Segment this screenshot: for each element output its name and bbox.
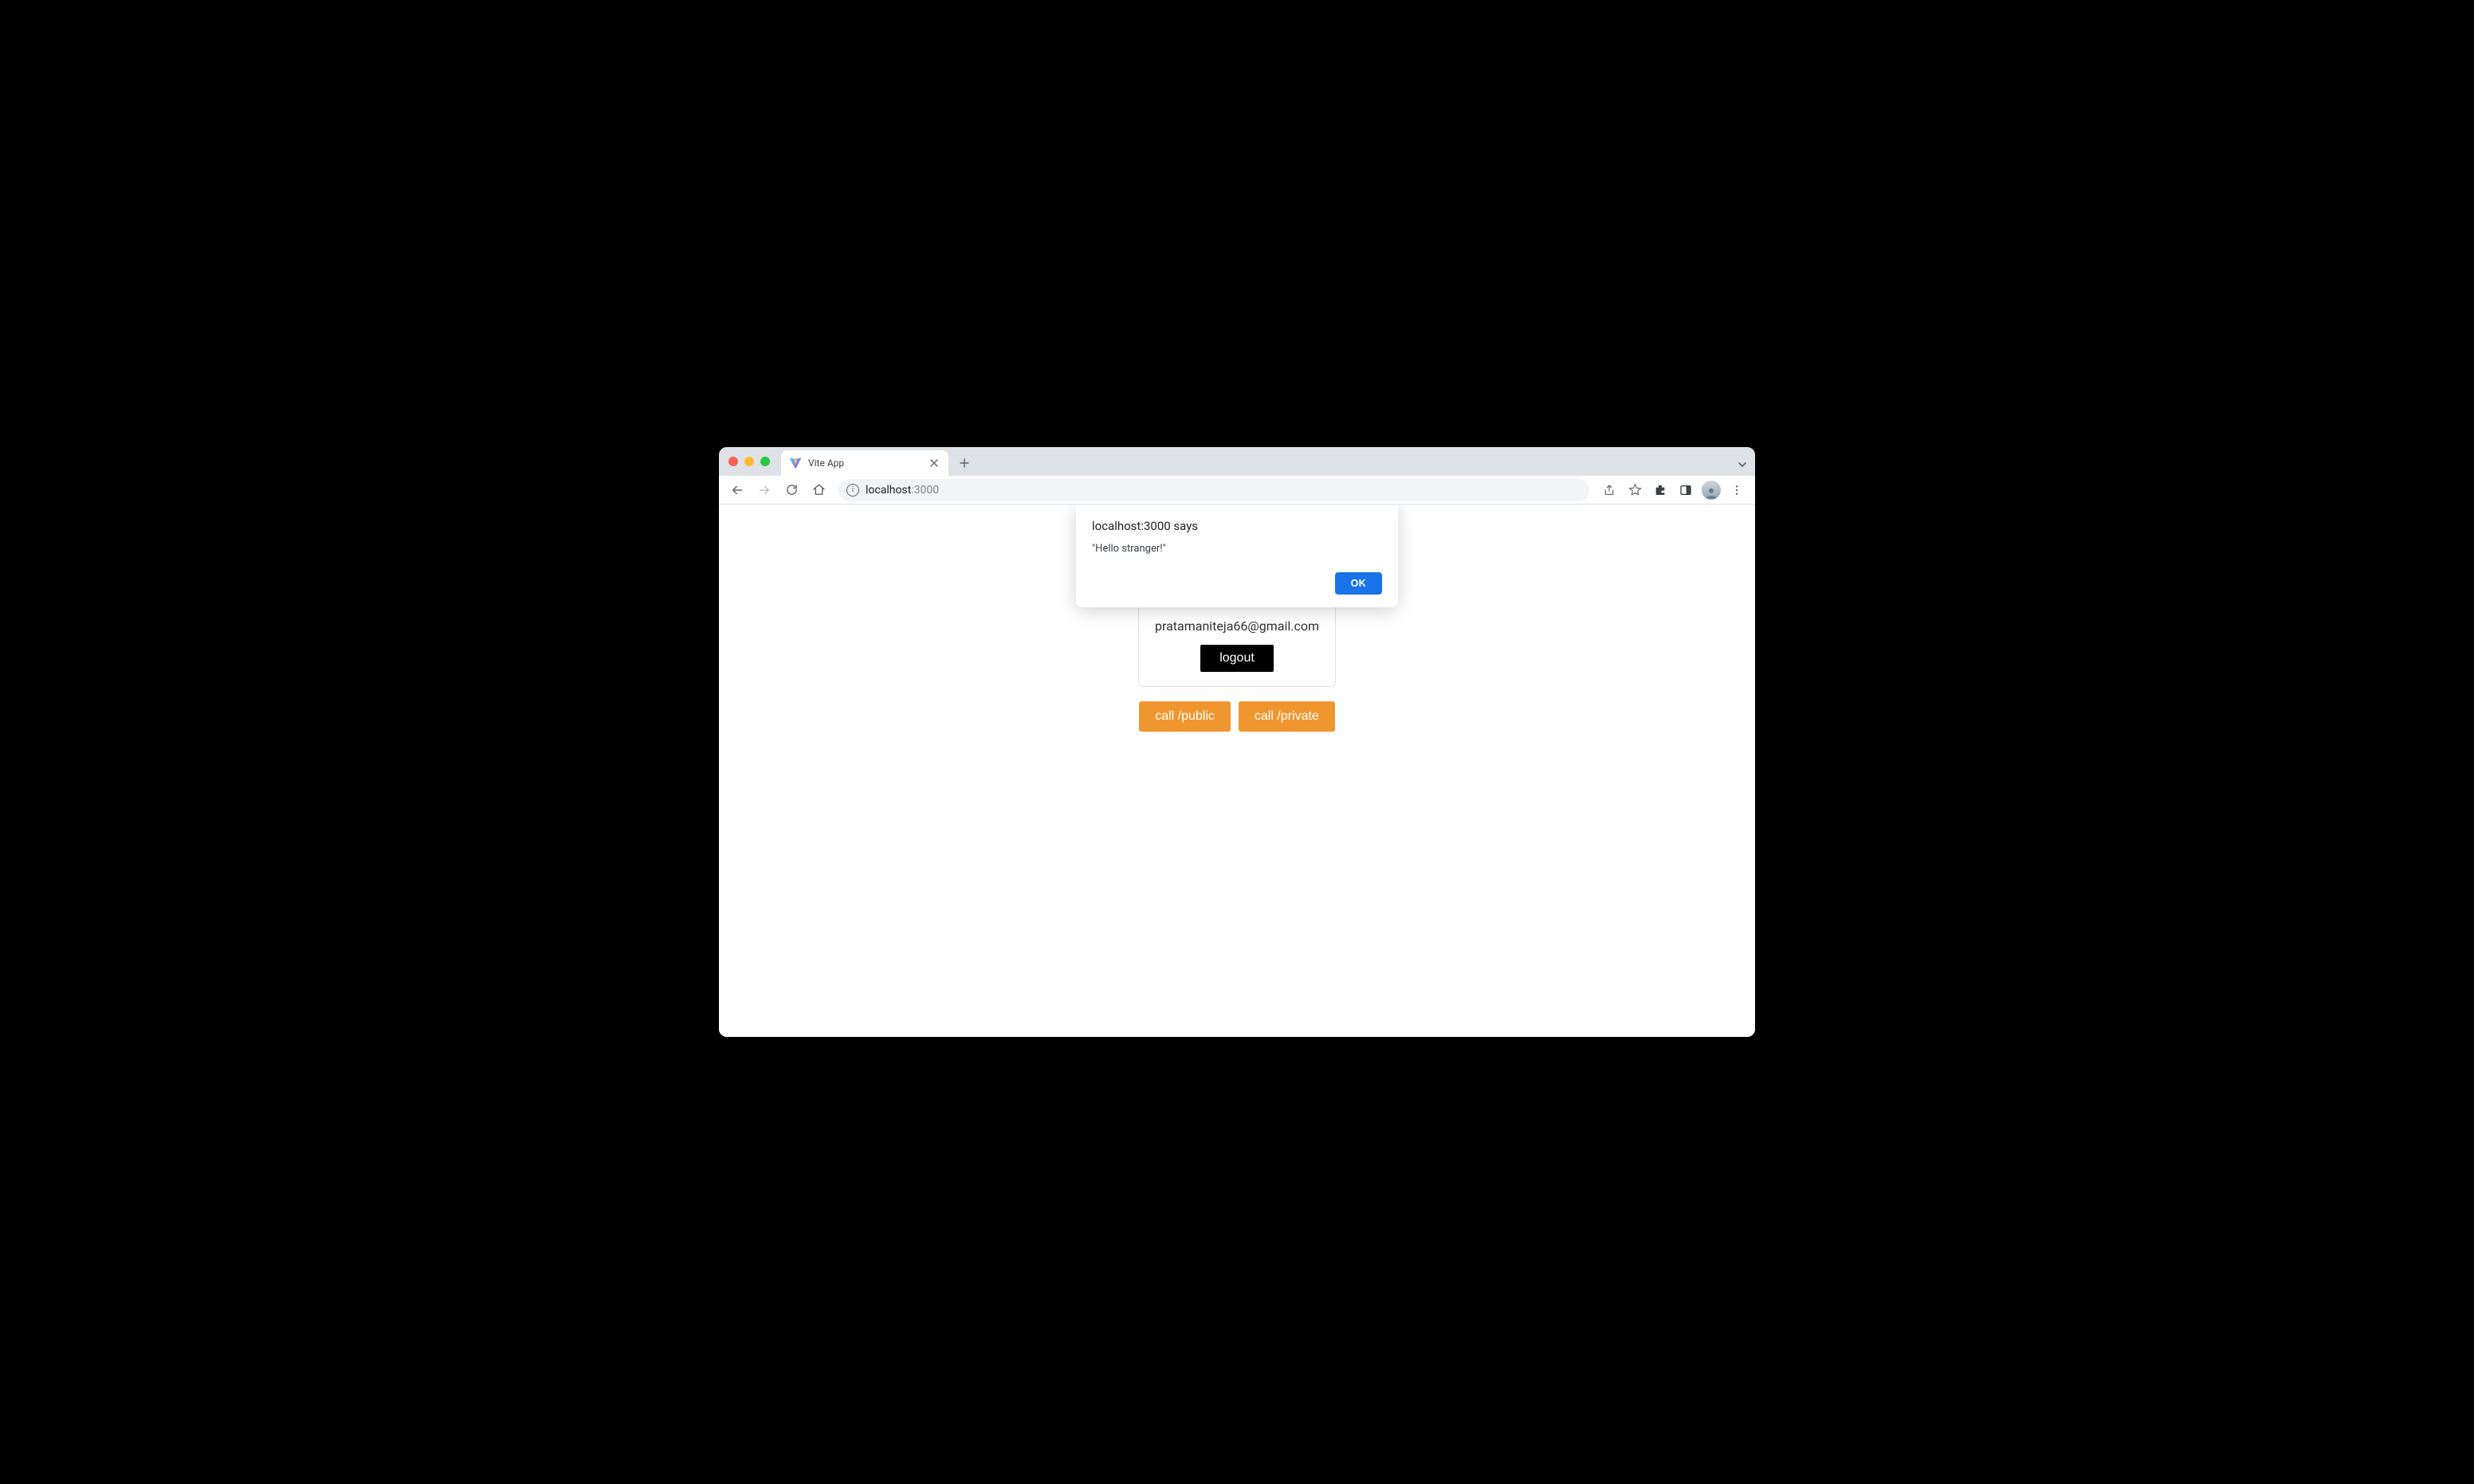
vite-favicon-icon: [789, 457, 802, 469]
avatar-icon: [1702, 481, 1721, 500]
alert-dialog: localhost:3000 says "Hello stranger!" OK: [1076, 504, 1398, 607]
browser-window: Vite App i localho: [719, 447, 1755, 1037]
url-host: localhost: [866, 484, 911, 497]
window-close-button[interactable]: [728, 457, 738, 466]
profile-avatar[interactable]: [1699, 478, 1723, 502]
window-maximize-button[interactable]: [760, 457, 770, 466]
bookmark-button[interactable]: [1623, 478, 1647, 502]
nav-forward-button[interactable]: [752, 478, 776, 502]
window-controls: [728, 457, 781, 476]
toolbar-right: [1597, 478, 1749, 502]
alert-actions: OK: [1092, 572, 1382, 595]
call-private-button[interactable]: call /private: [1239, 701, 1335, 732]
nav-back-button[interactable]: [725, 478, 749, 502]
url-port: :3000: [911, 484, 939, 497]
window-minimize-button[interactable]: [744, 457, 754, 466]
call-public-button[interactable]: call /public: [1139, 701, 1231, 732]
tab-close-button[interactable]: [928, 457, 941, 469]
chevron-down-icon[interactable]: [1738, 460, 1747, 469]
browser-tab[interactable]: Vite App: [781, 450, 948, 476]
toolbar: i localhost:3000: [719, 476, 1755, 504]
alert-ok-button[interactable]: OK: [1335, 572, 1382, 595]
user-email: pratamaniteja66@gmail.com: [1155, 618, 1319, 634]
extensions-button[interactable]: [1648, 478, 1672, 502]
new-tab-button[interactable]: [953, 452, 976, 474]
alert-title: localhost:3000 says: [1092, 519, 1382, 533]
title-bar: Vite App: [719, 447, 1755, 476]
side-panel-button[interactable]: [1674, 478, 1698, 502]
share-button[interactable]: [1597, 478, 1621, 502]
site-info-icon[interactable]: i: [846, 484, 859, 497]
tab-title: Vite App: [808, 457, 921, 469]
address-bar[interactable]: i localhost:3000: [838, 479, 1589, 501]
title-bar-right: [1738, 460, 1755, 476]
alert-message: "Hello stranger!": [1092, 543, 1382, 555]
user-card: pratamaniteja66@gmail.com logout: [1138, 602, 1336, 687]
url-text: localhost:3000: [866, 484, 939, 497]
nav-home-button[interactable]: [807, 478, 831, 502]
action-buttons-row: call /public call /private: [1139, 701, 1335, 732]
logout-button[interactable]: logout: [1200, 645, 1274, 672]
viewport: pratamaniteja66@gmail.com logout call /p…: [719, 504, 1755, 1037]
nav-reload-button[interactable]: [780, 478, 803, 502]
browser-menu-button[interactable]: [1725, 478, 1749, 502]
